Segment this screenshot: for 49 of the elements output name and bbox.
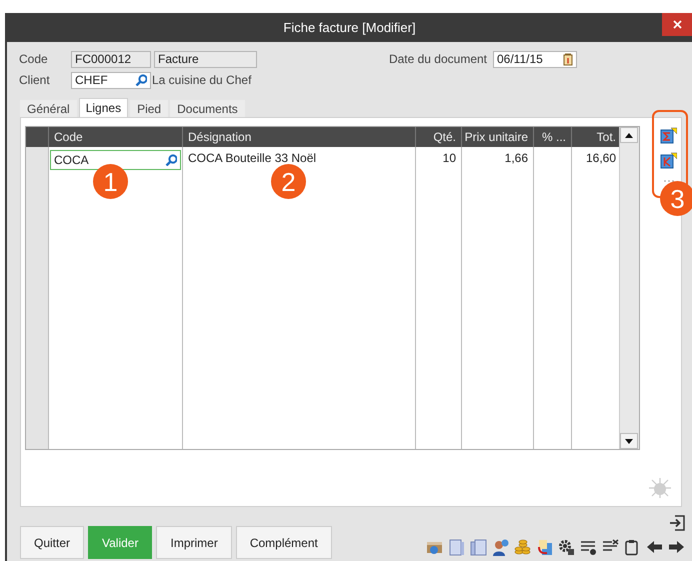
date-field[interactable]: 06/11/15 <box>493 50 577 68</box>
action-button[interactable]: Imprimer <box>156 526 232 559</box>
table-cell-text: COCA Bouteille 33 Noël <box>187 150 318 167</box>
bug-icon <box>649 478 671 498</box>
column-header: Qté. <box>416 127 462 147</box>
date-label: Date du document <box>388 52 487 66</box>
column-header: Prix unitaire <box>462 127 534 147</box>
window-title: Fiche facture [Modifier] <box>283 20 416 35</box>
table-cell-text: 10 <box>442 150 457 167</box>
action-button[interactable]: Complément <box>236 526 332 559</box>
coins-icon[interactable] <box>514 539 531 556</box>
search-icon[interactable] <box>135 74 147 86</box>
scroll-down-icon[interactable] <box>625 438 633 444</box>
list-add-icon[interactable] <box>580 539 597 556</box>
client-name: La cuisine du Chef <box>152 73 252 87</box>
arrow-right-icon[interactable] <box>668 539 685 556</box>
scrollbar[interactable] <box>619 127 639 449</box>
scroll-up-icon[interactable] <box>625 132 633 138</box>
gear-icon[interactable] <box>558 539 575 556</box>
action-button[interactable]: Quitter <box>20 526 84 559</box>
client-label: Client <box>19 73 51 87</box>
client-field[interactable]: CHEF <box>71 72 151 88</box>
type-field[interactable]: Facture <box>154 50 257 68</box>
sigma-icon[interactable] <box>660 127 677 144</box>
person-info-icon[interactable] <box>492 539 509 556</box>
column-header: Désignation <box>183 127 416 147</box>
close-icon[interactable] <box>672 20 682 29</box>
close-button[interactable] <box>662 13 692 36</box>
tab[interactable]: Pied <box>130 100 168 117</box>
code-input[interactable]: COCA <box>50 150 181 170</box>
column-header: Code <box>49 127 183 147</box>
tab[interactable]: Lignes <box>78 98 128 117</box>
document-arrow-icon[interactable] <box>536 539 553 556</box>
exit-icon[interactable] <box>669 515 685 531</box>
box-icon[interactable] <box>426 539 443 556</box>
column-header: % ... <box>534 127 572 147</box>
arrow-left-icon[interactable] <box>646 539 663 556</box>
calendar-icon <box>563 52 573 66</box>
table-cell-text: 16,60 <box>584 150 617 167</box>
table-cell-text: 1,66 <box>504 150 529 167</box>
k-flag-icon[interactable] <box>660 152 677 169</box>
clipboard-icon[interactable] <box>624 539 641 556</box>
page-icon[interactable] <box>448 539 465 556</box>
pages-icon[interactable] <box>470 539 487 556</box>
code-label: Code <box>19 52 49 66</box>
search-icon[interactable] <box>165 154 177 166</box>
tab[interactable]: Général <box>20 100 77 117</box>
code-field[interactable]: FC000012 <box>71 50 151 68</box>
tab[interactable]: Documents <box>170 100 245 117</box>
